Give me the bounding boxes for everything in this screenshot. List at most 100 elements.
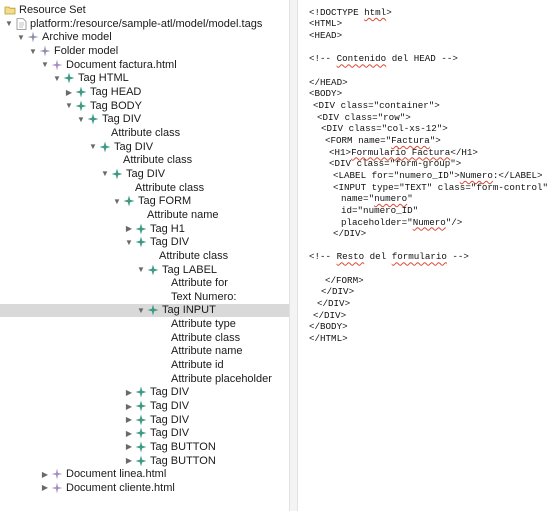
tree-item[interactable]: Attribute placeholder <box>0 372 289 386</box>
code-line[interactable]: <HTML> <box>309 18 342 30</box>
collapse-arrow-icon[interactable]: ▼ <box>16 32 26 42</box>
code-line[interactable]: <HEAD> <box>309 30 342 42</box>
tree-item[interactable]: Text Numero: <box>0 290 289 304</box>
code-line[interactable]: <!-- Resto del formulario --> <box>309 251 469 263</box>
code-line[interactable]: <!-- Contenido del HEAD --> <box>309 53 458 65</box>
code-line[interactable]: </DIV> <box>333 228 366 240</box>
code-token: :</LABEL> <box>492 169 543 181</box>
tree-item[interactable]: ▼ Archive model <box>0 31 289 45</box>
tree-item-label: Tag DIV <box>150 236 190 249</box>
pane-splitter[interactable] <box>289 0 298 511</box>
tree-item[interactable]: Resource Set <box>0 3 289 17</box>
tree-item[interactable]: ▶ Tag BUTTON <box>0 454 289 468</box>
code-token: </DIV> <box>333 228 367 240</box>
tree-item[interactable]: ▼ Folder model <box>0 44 289 58</box>
tree-item[interactable]: Attribute class <box>0 181 289 195</box>
code-line[interactable]: <DIV class="form-group"> <box>329 158 461 170</box>
code-line[interactable]: </DIV> <box>313 310 346 322</box>
collapse-arrow-icon[interactable]: ▼ <box>40 60 50 70</box>
tree-item[interactable]: Attribute id <box>0 358 289 372</box>
code-token: <!-- <box>309 251 337 263</box>
tree-item-label: Tag H1 <box>150 222 185 235</box>
collapse-arrow-icon[interactable]: ▼ <box>124 237 134 247</box>
collapse-arrow-icon[interactable]: ▼ <box>64 101 74 111</box>
tree-item[interactable]: ▶ Tag HEAD <box>0 85 289 99</box>
code-line[interactable]: </DIV> <box>317 298 350 310</box>
tree-item[interactable]: ▶ Document linea.html <box>0 468 289 482</box>
code-line[interactable]: <DIV class="container"> <box>313 100 440 112</box>
tree-item-label: Tag DIV <box>150 400 190 413</box>
tree-item[interactable]: ▶ Tag BUTTON <box>0 440 289 454</box>
tree-item[interactable]: ▶ Document cliente.html <box>0 481 289 495</box>
tree-item[interactable]: Attribute class <box>0 331 289 345</box>
code-token: name=" <box>341 193 375 205</box>
code-line[interactable]: <INPUT type="TEXT" class="form-control" <box>333 182 548 194</box>
collapse-arrow-icon[interactable]: ▼ <box>52 73 62 83</box>
expand-arrow-icon[interactable]: ▶ <box>64 87 74 97</box>
code-line[interactable]: </FORM> <box>325 275 364 287</box>
tree-item[interactable]: Attribute class <box>0 126 289 140</box>
code-line[interactable]: </HTML> <box>309 333 348 345</box>
tree-item[interactable]: Attribute class <box>0 249 289 263</box>
tree-item[interactable]: ▼ Tag BODY <box>0 99 289 113</box>
tree-item[interactable]: ▼ platform:/resource/sample-atl/model/mod… <box>0 17 289 31</box>
tree-item[interactable]: ▼ Tag DIV <box>0 140 289 154</box>
tree-item[interactable]: ▼ Tag LABEL <box>0 263 289 277</box>
code-token: </HTML> <box>309 333 348 344</box>
code-line[interactable]: placeholder="Numero"/> <box>341 217 462 229</box>
model-tree-panel[interactable]: Resource Set ▼ platform:/resource/sample-a… <box>0 0 289 511</box>
expand-arrow-icon[interactable]: ▶ <box>124 428 134 438</box>
tree-item[interactable]: ▶ Tag DIV <box>0 413 289 427</box>
code-line[interactable]: </HEAD> <box>309 77 348 89</box>
html-source-panel[interactable]: <!DOCTYPE html> <HTML> <HEAD> <!-- Contenid… <box>298 0 550 511</box>
collapse-arrow-icon[interactable]: ▼ <box>112 196 122 206</box>
code-line[interactable]: id="numero_ID" <box>341 205 418 217</box>
collapse-arrow-icon[interactable]: ▼ <box>88 142 98 152</box>
code-line[interactable]: <H1>Formulario Factura</H1> <box>329 147 478 159</box>
tree-item[interactable]: ▼ Document factura.html <box>0 58 289 72</box>
tree-item[interactable]: ▼ Tag INPUT <box>0 303 289 318</box>
expand-arrow-icon[interactable]: ▶ <box>124 224 134 234</box>
tree-item[interactable]: Attribute type <box>0 317 289 331</box>
tree-item[interactable]: Attribute name <box>0 345 289 359</box>
expand-arrow-icon[interactable]: ▶ <box>124 442 134 452</box>
collapse-arrow-icon[interactable]: ▼ <box>100 169 110 179</box>
expand-arrow-icon[interactable]: ▶ <box>40 469 50 479</box>
expand-arrow-icon[interactable]: ▶ <box>124 401 134 411</box>
code-line[interactable]: </BODY> <box>309 321 348 333</box>
code-line[interactable]: <BODY> <box>309 88 342 100</box>
code-token: placeholder=" <box>341 216 413 228</box>
code-line[interactable]: <DIV class="row"> <box>317 112 411 124</box>
expand-arrow-icon[interactable]: ▶ <box>124 387 134 397</box>
tree-item[interactable]: Attribute for <box>0 276 289 290</box>
tree-item[interactable]: Attribute name <box>0 208 289 222</box>
tree-item[interactable]: ▶ Tag DIV <box>0 386 289 400</box>
code-line[interactable]: </DIV> <box>321 286 354 298</box>
code-line[interactable]: <LABEL for="numero_ID">Numero:</LABEL> <box>333 170 543 182</box>
code-line[interactable]: <FORM name="Factura"> <box>325 135 441 147</box>
code-line[interactable]: <!DOCTYPE html> <box>309 7 392 19</box>
tree-item[interactable]: ▶ Tag H1 <box>0 222 289 236</box>
collapse-arrow-icon[interactable]: ▼ <box>136 265 146 275</box>
tree-item-label: Tag FORM <box>138 195 192 208</box>
collapse-arrow-icon[interactable]: ▼ <box>136 305 146 315</box>
expand-arrow-icon[interactable]: ▶ <box>40 483 50 493</box>
tree-item[interactable]: ▶ Tag DIV <box>0 399 289 413</box>
expand-arrow-icon[interactable]: ▶ <box>124 456 134 466</box>
expand-arrow-icon[interactable]: ▶ <box>124 415 134 425</box>
collapse-arrow-icon[interactable]: ▼ <box>4 19 14 29</box>
collapse-arrow-icon[interactable]: ▼ <box>76 114 86 124</box>
code-line[interactable]: name="numero" <box>341 193 413 205</box>
tree-item-label: Tag LABEL <box>162 263 218 276</box>
tree-item-label: Tag HTML <box>78 72 129 85</box>
tree-item[interactable]: ▶ Tag DIV <box>0 427 289 441</box>
tree-item[interactable]: ▼ Tag FORM <box>0 195 289 209</box>
tree-item[interactable]: ▼ Tag DIV <box>0 235 289 249</box>
tree-item[interactable]: Attribute class <box>0 154 289 168</box>
collapse-arrow-icon[interactable]: ▼ <box>28 46 38 56</box>
code-line[interactable]: <DIV class="col-xs-12"> <box>321 123 448 135</box>
tree-item[interactable]: ▼ Tag DIV <box>0 113 289 127</box>
tree-item[interactable]: ▼ Tag DIV <box>0 167 289 181</box>
tree-item[interactable]: ▼ Tag HTML <box>0 72 289 86</box>
